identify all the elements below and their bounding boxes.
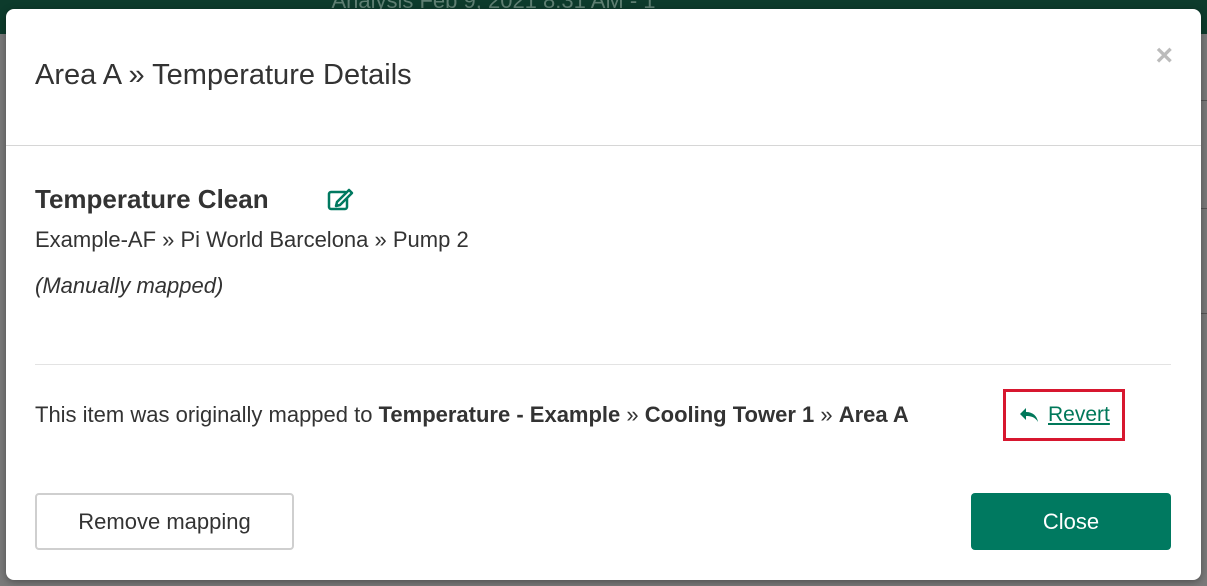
edit-icon[interactable] <box>327 186 355 212</box>
original-mapping-part1: Temperature - Example <box>378 402 621 427</box>
section-divider <box>35 364 1171 365</box>
close-icon[interactable]: × <box>1155 39 1173 73</box>
modal-title: Area A » Temperature Details <box>35 59 412 91</box>
modal-header: Area A » Temperature Details × <box>6 9 1201 146</box>
original-mapping-part2: Cooling Tower 1 <box>644 402 815 427</box>
item-name: Temperature Clean <box>35 184 269 214</box>
details-modal: Area A » Temperature Details × Temperatu… <box>6 9 1201 580</box>
undo-arrow-icon <box>1020 408 1038 422</box>
revert-label: Revert <box>1048 403 1110 426</box>
close-button[interactable]: Close <box>971 493 1171 550</box>
background-divider <box>1200 100 1207 101</box>
original-mapping-part3: Area A <box>838 402 909 427</box>
remove-mapping-button[interactable]: Remove mapping <box>35 493 294 550</box>
mapping-status-note: (Manually mapped) <box>35 273 224 298</box>
item-path: Example-AF » Pi World Barcelona » Pump 2 <box>35 227 469 252</box>
original-mapping-text: This item was originally mapped to Tempe… <box>35 402 909 428</box>
original-mapping-sep1: » <box>620 402 645 427</box>
original-mapping-sep2: » <box>814 402 839 427</box>
original-mapping-prefix: This item was originally mapped to <box>35 402 379 427</box>
background-divider <box>1200 208 1207 209</box>
revert-link[interactable]: Revert <box>1018 403 1110 427</box>
background-divider <box>1200 313 1207 314</box>
